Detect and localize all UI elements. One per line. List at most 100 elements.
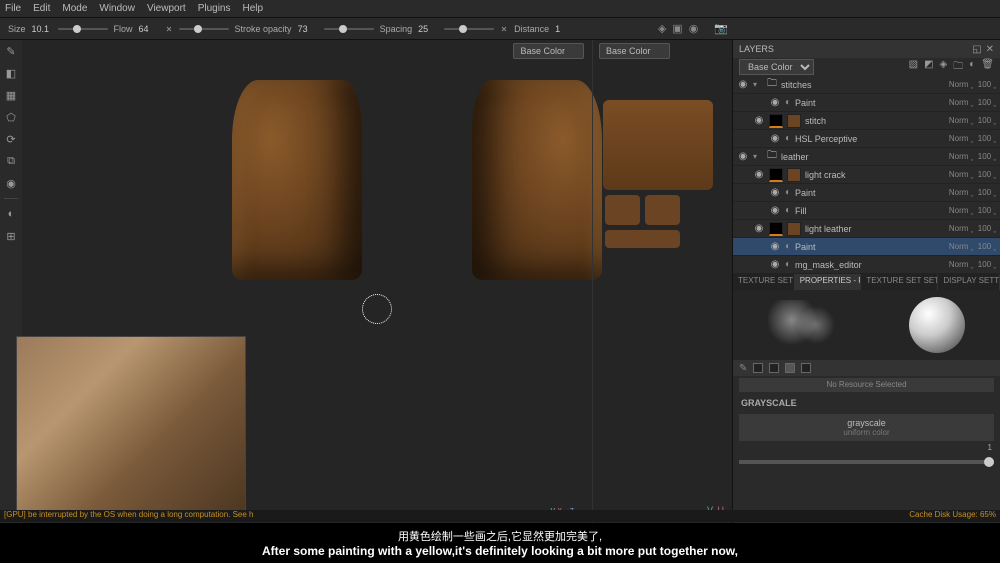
folder-chevron-icon[interactable]: ▾ <box>753 152 763 161</box>
layer-name[interactable]: Paint <box>795 188 945 198</box>
layer-thumb[interactable] <box>787 114 801 128</box>
layer-thumb[interactable] <box>787 168 801 182</box>
add-fill-icon[interactable]: ◩ <box>924 59 933 76</box>
layer-name[interactable]: stitches <box>781 80 945 90</box>
visibility-icon[interactable]: ◉ <box>769 241 781 252</box>
layer-blend[interactable]: Norm ˬ 100 ˬ <box>949 80 996 89</box>
capture-icon[interactable]: 📷 <box>714 22 728 35</box>
size-slider[interactable] <box>58 28 108 30</box>
render-icon[interactable]: ◉ <box>689 22 699 35</box>
property-tab[interactable]: TEXTURE SET LI… <box>733 274 795 290</box>
distance-value[interactable]: 1 <box>555 24 575 34</box>
smudge-tool[interactable]: ⟳ <box>4 132 18 146</box>
add-folder-icon[interactable]: 🗀 <box>953 59 963 76</box>
3d-channel-dropdown[interactable]: Base Color <box>513 43 584 59</box>
channel-toggle-4[interactable] <box>801 363 811 373</box>
menu-help[interactable]: Help <box>243 3 264 14</box>
visibility-icon[interactable]: ◉ <box>769 259 781 270</box>
camera-icon[interactable]: ▣ <box>672 22 682 35</box>
menu-viewport[interactable]: Viewport <box>147 3 186 14</box>
quick-mask-tool[interactable]: ◐ <box>4 207 18 221</box>
flow-value[interactable]: 64 <box>139 24 159 34</box>
layer-thumb[interactable] <box>787 222 801 236</box>
layer-name[interactable]: mg_mask_editor <box>795 260 945 270</box>
visibility-icon[interactable]: ◉ <box>753 223 765 234</box>
grayscale-box[interactable]: grayscale uniform color <box>739 414 994 441</box>
eraser-tool[interactable]: ◧ <box>4 66 18 80</box>
menu-file[interactable]: File <box>5 3 21 14</box>
size-value[interactable]: 10.1 <box>32 24 52 34</box>
menu-window[interactable]: Window <box>99 3 135 14</box>
layer-blend[interactable]: Norm ˬ 100 ˬ <box>949 98 996 107</box>
projection-tool[interactable]: ▦ <box>4 88 18 102</box>
link-icon[interactable] <box>500 25 508 33</box>
layer-name[interactable]: HSL Perceptive <box>795 134 945 144</box>
add-layer-icon[interactable]: ▧ <box>909 59 918 76</box>
layer-row[interactable]: ◉◐PaintNorm ˬ 100 ˬ <box>733 184 1000 202</box>
layer-name[interactable]: Paint <box>795 98 945 108</box>
visibility-icon[interactable]: ◉ <box>769 97 781 108</box>
visibility-icon[interactable]: ◉ <box>753 169 765 180</box>
menu-plugins[interactable]: Plugins <box>198 3 231 14</box>
visibility-icon[interactable]: ◉ <box>769 133 781 144</box>
spacing-slider[interactable] <box>444 28 494 30</box>
material-tool[interactable]: ◉ <box>4 176 18 190</box>
2d-viewport[interactable]: Base Color V U <box>592 40 732 523</box>
misc-tool[interactable]: ⊞ <box>4 229 18 243</box>
menu-edit[interactable]: Edit <box>33 3 50 14</box>
layer-blend[interactable]: Norm ˬ 100 ˬ <box>949 116 996 125</box>
layer-row[interactable]: ◉ stitch Norm ˬ 100 ˬ <box>733 112 1000 130</box>
add-mask-icon[interactable]: ◐ <box>969 59 975 76</box>
layer-row[interactable]: ◉◐HSL PerceptiveNorm ˬ 100 ˬ <box>733 130 1000 148</box>
layer-row[interactable]: ◉◐PaintNorm ˬ 100 ˬ <box>733 94 1000 112</box>
opacity-slider[interactable] <box>324 28 374 30</box>
layer-mask-thumb[interactable] <box>769 114 783 128</box>
layer-name[interactable]: stitch <box>805 116 945 126</box>
link-icon[interactable] <box>165 25 173 33</box>
visibility-icon[interactable]: ◉ <box>737 79 749 90</box>
opacity-value[interactable]: 73 <box>298 24 318 34</box>
layer-blend[interactable]: Norm ˬ 100 ˬ <box>949 242 996 251</box>
reference-image[interactable] <box>16 336 246 522</box>
2d-channel-dropdown[interactable]: Base Color <box>599 43 670 59</box>
channel-toggle-3[interactable] <box>785 363 795 373</box>
undock-icon[interactable]: ◱ <box>972 44 981 55</box>
layer-mask-thumb[interactable] <box>769 222 783 236</box>
property-tab[interactable]: PROPERTIES - PAI… <box>795 274 862 290</box>
layer-blend[interactable]: Norm ˬ 100 ˬ <box>949 170 996 179</box>
add-smart-icon[interactable]: ◈ <box>940 59 948 76</box>
property-tab[interactable]: TEXTURE SET SETTIN… <box>861 274 938 290</box>
brush-tool[interactable]: ✎ <box>4 44 18 58</box>
layer-row[interactable]: ◉▾🗀leatherNorm ˬ 100 ˬ <box>733 148 1000 166</box>
polygon-fill-tool[interactable]: ⬠ <box>4 110 18 124</box>
clone-tool[interactable]: ⧉ <box>4 154 18 168</box>
layer-row[interactable]: ◉ light leather Norm ˬ 100 ˬ <box>733 220 1000 238</box>
spacing-value[interactable]: 25 <box>418 24 438 34</box>
layer-row[interactable]: ◉▾🗀stitchesNorm ˬ 100 ˬ <box>733 76 1000 94</box>
channel-toggle-1[interactable] <box>753 363 763 373</box>
visibility-icon[interactable]: ◉ <box>753 115 765 126</box>
channel-toggle-2[interactable] <box>769 363 779 373</box>
menu-mode[interactable]: Mode <box>62 3 87 14</box>
layer-channel-select[interactable]: Base Color <box>739 59 814 75</box>
layer-blend[interactable]: Norm ˬ 100 ˬ <box>949 224 996 233</box>
layer-blend[interactable]: Norm ˬ 100 ˬ <box>949 206 996 215</box>
close-icon[interactable]: ✕ <box>986 44 994 55</box>
layer-name[interactable]: leather <box>781 152 945 162</box>
layer-blend[interactable]: Norm ˬ 100 ˬ <box>949 188 996 197</box>
perspective-icon[interactable]: ◈ <box>658 22 666 35</box>
layer-name[interactable]: Paint <box>795 242 945 252</box>
layer-mask-thumb[interactable] <box>769 168 783 182</box>
visibility-icon[interactable]: ◉ <box>769 187 781 198</box>
layer-row[interactable]: ◉◐PaintNorm ˬ 100 ˬ <box>733 238 1000 256</box>
layer-row[interactable]: ◉◐mg_mask_editorNorm ˬ 100 ˬ <box>733 256 1000 274</box>
flow-slider[interactable] <box>179 28 229 30</box>
folder-chevron-icon[interactable]: ▾ <box>753 80 763 89</box>
layer-name[interactable]: light leather <box>805 224 945 234</box>
visibility-icon[interactable]: ◉ <box>737 151 749 162</box>
layer-row[interactable]: ◉light crackNorm ˬ 100 ˬ <box>733 166 1000 184</box>
layer-blend[interactable]: Norm ˬ 100 ˬ <box>949 260 996 269</box>
layer-name[interactable]: Fill <box>795 206 945 216</box>
visibility-icon[interactable]: ◉ <box>769 205 781 216</box>
layer-blend[interactable]: Norm ˬ 100 ˬ <box>949 152 996 161</box>
